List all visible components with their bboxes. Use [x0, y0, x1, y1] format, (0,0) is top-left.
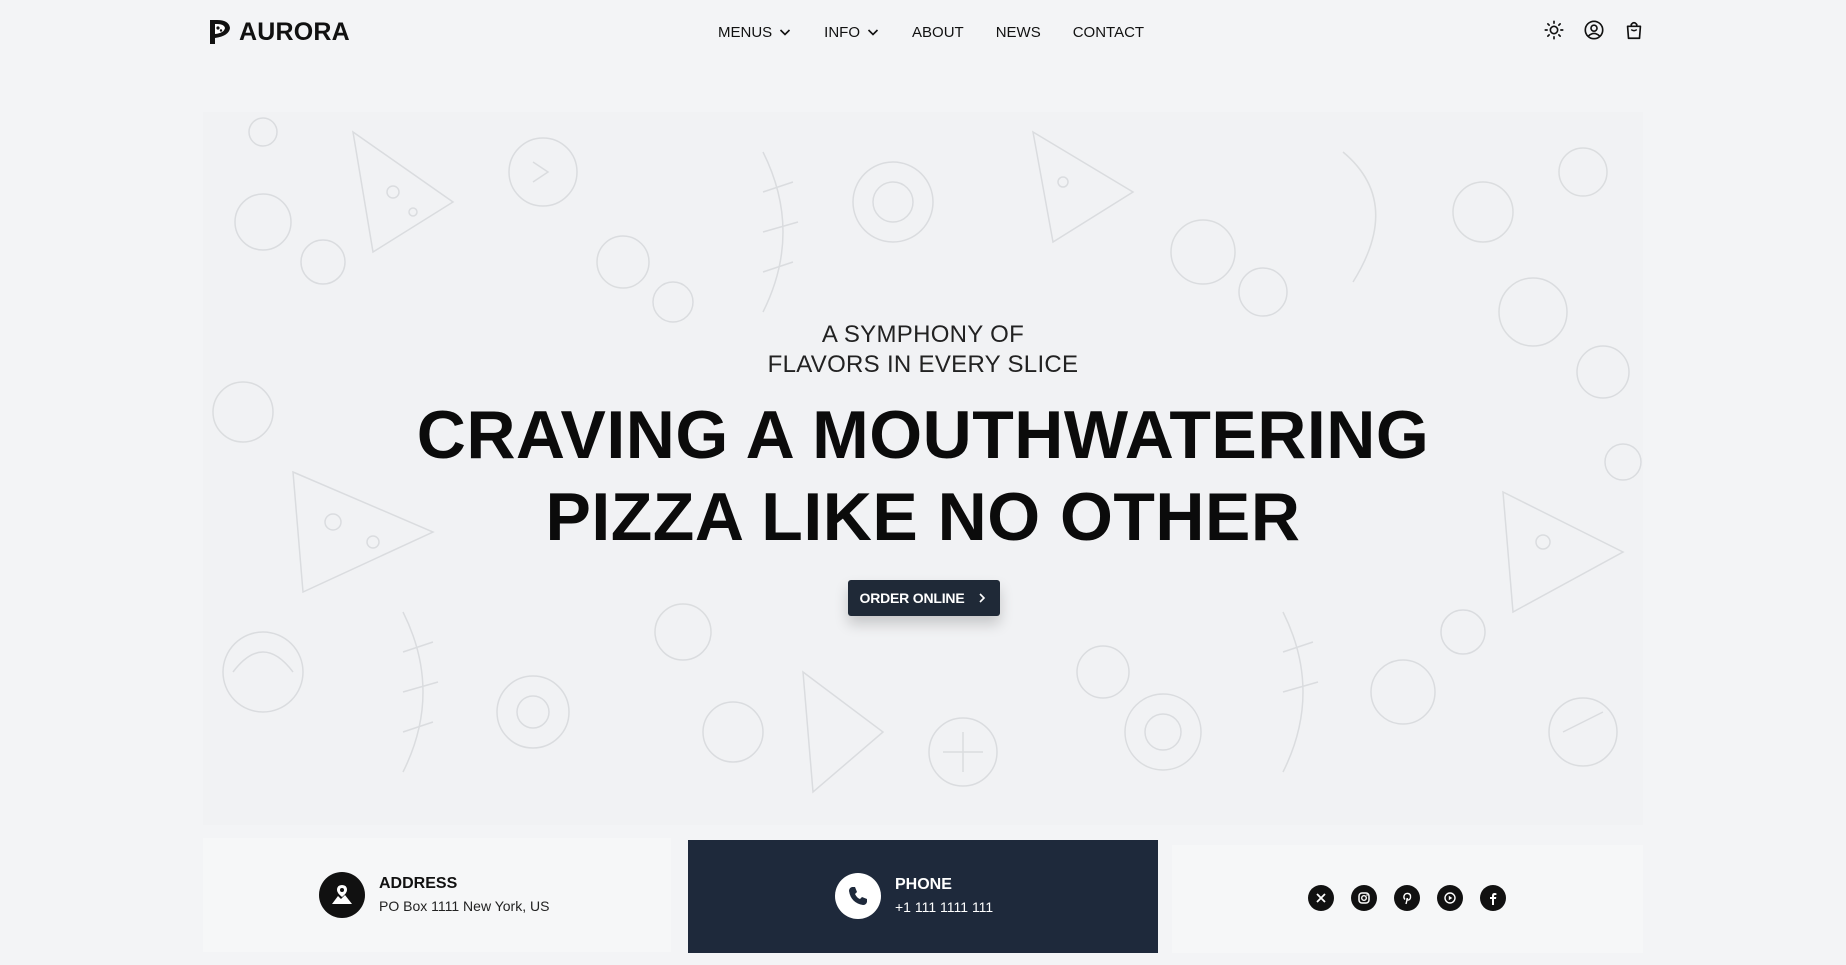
order-online-label: ORDER ONLINE [859, 590, 965, 606]
youtube-icon [1444, 892, 1456, 904]
chevron-right-icon [979, 593, 986, 603]
address-panel: ADDRESS PO Box 1111 New York, US [203, 838, 671, 952]
phone-text: PHONE +1 111 1111 111 [895, 875, 993, 917]
nav-item-news[interactable]: NEWS [996, 24, 1041, 41]
chevron-down-icon [780, 29, 791, 36]
nav-item-label: CONTACT [1072, 23, 1145, 41]
facebook-icon [1490, 893, 1497, 905]
phone-panel: PHONE +1 111 1111 111 [688, 840, 1158, 953]
social-panel [1172, 845, 1643, 953]
main-nav: MENUS INFO ABOUT NEWS CONTACT [718, 20, 1144, 44]
social-pinterest-link[interactable] [1394, 885, 1420, 911]
nav-item-contact[interactable]: CONTACT [1073, 24, 1144, 41]
hero-content: A SYMPHONY OF FLAVORS IN EVERY SLICE CRA… [203, 112, 1643, 825]
x-icon [1316, 893, 1326, 903]
chevron-down-icon [867, 29, 879, 36]
pinterest-icon [1403, 892, 1412, 905]
map-pin-icon-circle [319, 872, 365, 918]
address-title: ADDRESS [379, 875, 458, 892]
theme-toggle-button[interactable] [1542, 18, 1565, 41]
address-block: ADDRESS PO Box 1111 New York, US [319, 872, 549, 918]
social-links [1308, 885, 1506, 911]
hero-headline-line: CRAVING A MOUTHWATERING [416, 397, 1430, 473]
hero-section: A SYMPHONY OF FLAVORS IN EVERY SLICE CRA… [203, 112, 1643, 825]
address-text: ADDRESS PO Box 1111 New York, US [379, 874, 549, 916]
brand-name: AURORA [239, 17, 350, 46]
account-button[interactable] [1582, 18, 1605, 41]
map-location-icon [332, 885, 352, 904]
nav-item-menus[interactable]: MENUS [718, 24, 792, 41]
phone-value[interactable]: +1 111 1111 111 [895, 897, 993, 917]
phone-block: PHONE +1 111 1111 111 [835, 873, 993, 919]
phone-title: PHONE [895, 876, 952, 893]
phone-icon-circle [835, 873, 881, 919]
nav-item-label: NEWS [995, 23, 1041, 41]
address-value: PO Box 1111 New York, US [379, 898, 550, 914]
hero-kicker: A SYMPHONY OF FLAVORS IN EVERY SLICE [203, 320, 1643, 380]
nav-item-label: INFO [824, 23, 861, 41]
hero-kicker-line: FLAVORS IN EVERY SLICE [767, 351, 1079, 378]
social-youtube-link[interactable] [1437, 885, 1463, 911]
header-actions [1542, 18, 1645, 41]
site-header: AURORA MENUS INFO ABOUT NEWS CONTACT [0, 0, 1846, 64]
nav-item-label: MENUS [718, 23, 773, 41]
social-instagram-link[interactable] [1351, 885, 1377, 911]
social-facebook-link[interactable] [1480, 885, 1506, 911]
hero-headline: CRAVING A MOUTHWATERING PIZZA LIKE NO OT… [203, 394, 1643, 558]
instagram-icon [1358, 892, 1370, 904]
hero-headline-line: PIZZA LIKE NO OTHER [545, 479, 1301, 555]
hero-kicker-line: A SYMPHONY OF [821, 321, 1025, 348]
phone-icon [849, 887, 867, 905]
logo[interactable]: AURORA [207, 16, 350, 48]
nav-item-info[interactable]: INFO [824, 24, 880, 41]
pizza-logo-icon [210, 20, 230, 44]
sun-icon [1543, 19, 1564, 40]
order-online-button[interactable]: ORDER ONLINE [848, 580, 1000, 616]
shopping-bag-icon [1626, 21, 1641, 39]
nav-item-about[interactable]: ABOUT [912, 24, 964, 41]
user-icon [1583, 19, 1604, 40]
cart-button[interactable] [1622, 18, 1645, 41]
social-x-link[interactable] [1308, 885, 1334, 911]
nav-item-label: ABOUT [912, 23, 964, 41]
